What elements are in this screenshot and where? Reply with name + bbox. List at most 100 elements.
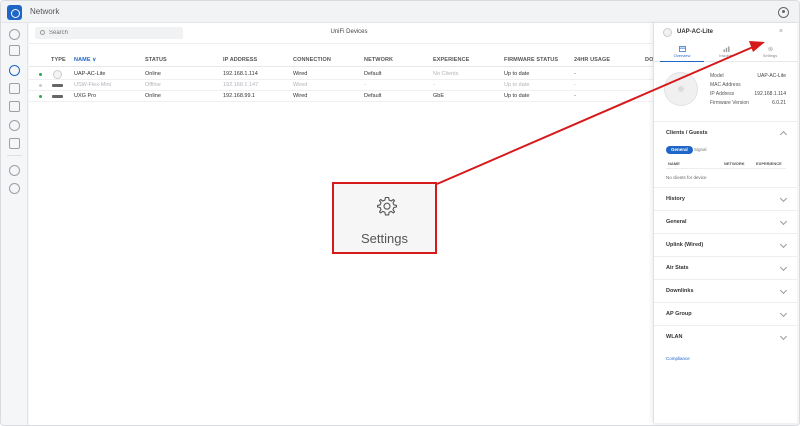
statistics-icon[interactable] (9, 101, 20, 112)
search-input[interactable] (49, 28, 169, 38)
device-network: Default (364, 71, 382, 77)
table-row[interactable]: UAP-AC-Lite Online 192.168.1.114 Wired D… (29, 69, 653, 80)
topology-icon[interactable] (9, 45, 20, 56)
device-detail-panel: UAP-AC-Lite × Overview Insights Settings… (653, 23, 798, 423)
property-row: Firmware Version 6.0.21 (710, 100, 786, 109)
section-air-stats[interactable]: Air Stats (654, 256, 798, 279)
column-header-ip-address[interactable]: IP ADDRESS (223, 57, 257, 63)
tab-overview-label: Overview (673, 53, 691, 58)
section-wlan[interactable]: WLAN (654, 325, 798, 348)
app-window: Network UniFi Devices TYPE NAME ∨ STATUS… (0, 0, 800, 426)
tab-overview[interactable]: Overview (660, 43, 704, 62)
property-key: IP Address (710, 91, 735, 97)
device-ip: 192.168.1.114 (223, 71, 258, 77)
table-row[interactable]: UXG Pro Online 192.168.99.1 Wired Defaul… (29, 91, 653, 102)
top-bar: Network (1, 1, 799, 23)
header-divider (29, 43, 653, 44)
chevron-down-icon (779, 263, 788, 272)
device-status: Offline (145, 82, 161, 88)
device-firmware: Up to date (504, 71, 530, 77)
table-row[interactable]: USW-Flex-Mini Offline 192.168.1.147 Wire… (29, 80, 653, 91)
status-dot (39, 84, 42, 87)
devices-icon[interactable] (9, 65, 20, 76)
section-title: AP Group (666, 311, 692, 317)
chevron-down-icon (779, 332, 788, 341)
section-title: History (666, 196, 685, 202)
insights-icon[interactable] (9, 138, 20, 149)
user-account-icon[interactable] (778, 7, 789, 18)
column-header-network[interactable]: NETWORK (364, 57, 393, 63)
section-ap-group[interactable]: AP Group (654, 302, 798, 325)
status-dot (39, 73, 42, 76)
property-key: Firmware Version (710, 100, 749, 106)
no-clients-message: No clients for device (666, 175, 707, 180)
device-ip: 192.168.99.1 (223, 93, 256, 99)
sidebar-divider (7, 155, 22, 156)
section-title: Air Stats (666, 265, 689, 271)
tab-settings-label: Settings (762, 53, 778, 58)
section-title: Downlinks (666, 288, 694, 294)
chevron-down-icon (779, 240, 788, 249)
property-value: 192.168.1.114 (754, 91, 786, 97)
section-title: Clients / Guests (666, 130, 708, 136)
section-clients-guests[interactable]: Clients / Guests (654, 121, 798, 144)
device-usage: - (574, 82, 576, 88)
security-icon[interactable] (9, 120, 20, 131)
column-header-status[interactable]: STATUS (145, 57, 167, 63)
device-name[interactable]: UAP-AC-Lite (74, 71, 105, 77)
tab-insights-label: Insights (719, 53, 733, 58)
clients-icon[interactable] (9, 83, 20, 94)
settings-callout: Settings (332, 182, 437, 254)
column-header-type[interactable]: TYPE (51, 57, 66, 63)
section-uplink[interactable]: Uplink (Wired) (654, 233, 798, 256)
settings-icon[interactable] (9, 183, 20, 194)
section-title: General (666, 219, 687, 225)
search-box[interactable] (35, 27, 183, 39)
chevron-up-icon (779, 130, 788, 139)
status-dot (39, 95, 42, 98)
dashboard-icon[interactable] (9, 29, 20, 40)
gear-icon (377, 196, 397, 216)
section-general[interactable]: General (654, 210, 798, 233)
column-header-firmware-status[interactable]: FIRMWARE STATUS (504, 57, 558, 63)
clients-column-experience[interactable]: EXPERIENCE (756, 161, 782, 166)
column-header-24hr-usage[interactable]: 24HR USAGE (574, 57, 610, 63)
pill-general[interactable]: General (666, 146, 693, 154)
overview-icon (678, 46, 686, 52)
sort-chevron-icon: ∨ (92, 57, 97, 63)
device-network: - (364, 82, 366, 88)
tab-insights[interactable]: Insights (704, 43, 748, 62)
device-name[interactable]: USW-Flex-Mini (74, 82, 111, 88)
section-history[interactable]: History (654, 187, 798, 210)
device-experience: No Clients (433, 71, 459, 77)
compliance-link[interactable]: Compliance (666, 356, 690, 361)
clients-column-name[interactable]: NAME (668, 161, 680, 166)
device-connection: Wired (293, 93, 308, 99)
tab-settings[interactable]: Settings (748, 43, 792, 62)
section-downlinks[interactable]: Downlinks (654, 279, 798, 302)
column-header-name[interactable]: NAME ∨ (74, 57, 96, 63)
property-row: IP Address 192.168.1.114 (710, 91, 786, 100)
property-row: MAC Address (710, 82, 786, 91)
unifi-logo-icon[interactable] (7, 5, 22, 20)
section-title: WLAN (666, 334, 683, 340)
device-name[interactable]: UXG Pro (74, 93, 96, 99)
device-connection: Wired (293, 71, 308, 77)
device-image (664, 72, 698, 106)
alerts-icon[interactable] (9, 165, 20, 176)
column-header-experience[interactable]: EXPERIENCE (433, 57, 469, 63)
close-icon[interactable]: × (779, 28, 783, 35)
app-title: Network (30, 7, 60, 16)
column-header-connection[interactable]: CONNECTION (293, 57, 331, 63)
access-point-icon (53, 70, 62, 79)
gear-icon (767, 46, 773, 52)
panel-title: UAP-AC-Lite (677, 29, 713, 35)
pill-signal[interactable]: Signal (694, 146, 707, 154)
chevron-down-icon (779, 194, 788, 203)
clients-column-network[interactable]: NETWORK (724, 161, 745, 166)
search-icon (40, 30, 45, 35)
switch-icon (52, 84, 63, 87)
gateway-icon (52, 95, 63, 98)
device-firmware: Up to date (504, 93, 530, 99)
device-avatar (663, 28, 672, 37)
